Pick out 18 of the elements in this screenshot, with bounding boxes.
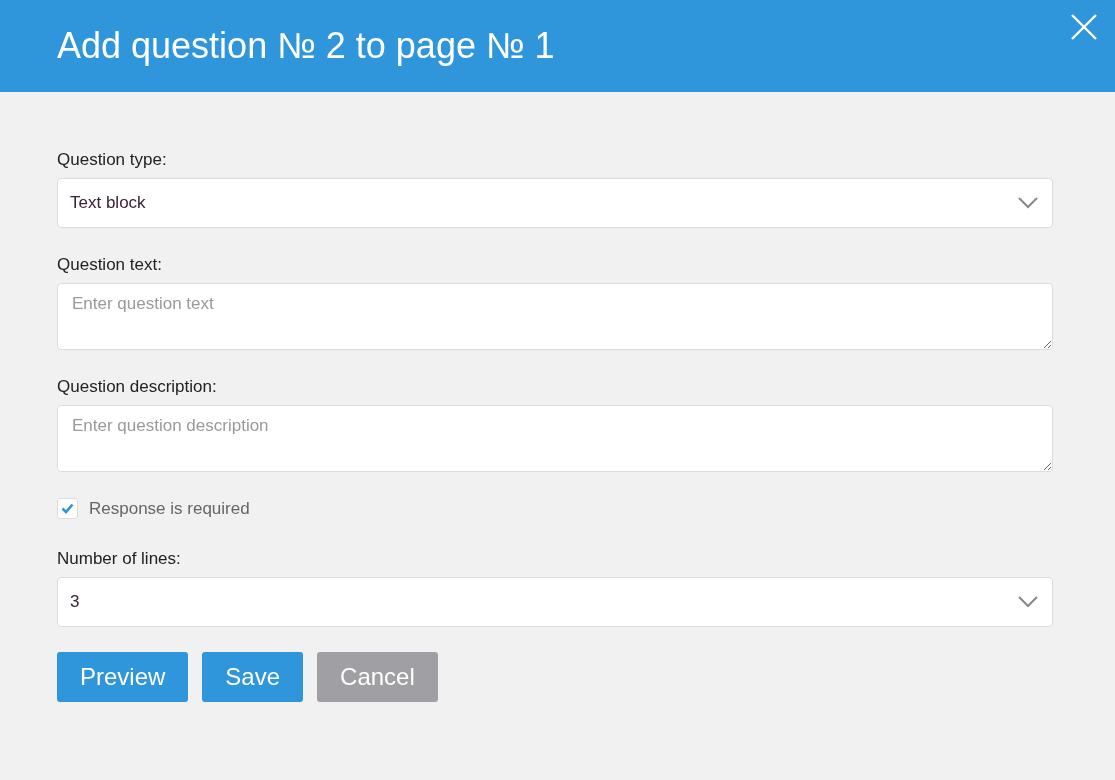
close-icon[interactable] (1069, 12, 1099, 42)
text-area[interactable]: Enter question description (57, 405, 1053, 472)
field-label: Question type: (57, 150, 168, 170)
primary-button[interactable]: Save (202, 652, 304, 702)
select-field[interactable]: Text block (57, 178, 1053, 228)
field-label: Question description: (57, 377, 218, 397)
secondary-button[interactable]: Cancel (317, 652, 438, 702)
chevron-down-icon (1018, 596, 1038, 608)
chevron-down-icon (1018, 197, 1038, 209)
text-area[interactable]: Enter question text (57, 283, 1053, 350)
field-label: Question text: (57, 255, 163, 275)
dialog-title: Add question № 2 to page № 1 (57, 25, 555, 67)
checkbox-label: Response is required (89, 498, 250, 519)
field-label: Number of lines: (57, 549, 182, 569)
select-field[interactable]: 3 (57, 577, 1053, 627)
check-icon (61, 503, 74, 514)
primary-button[interactable]: Preview (57, 652, 189, 702)
checkbox[interactable] (57, 498, 78, 519)
